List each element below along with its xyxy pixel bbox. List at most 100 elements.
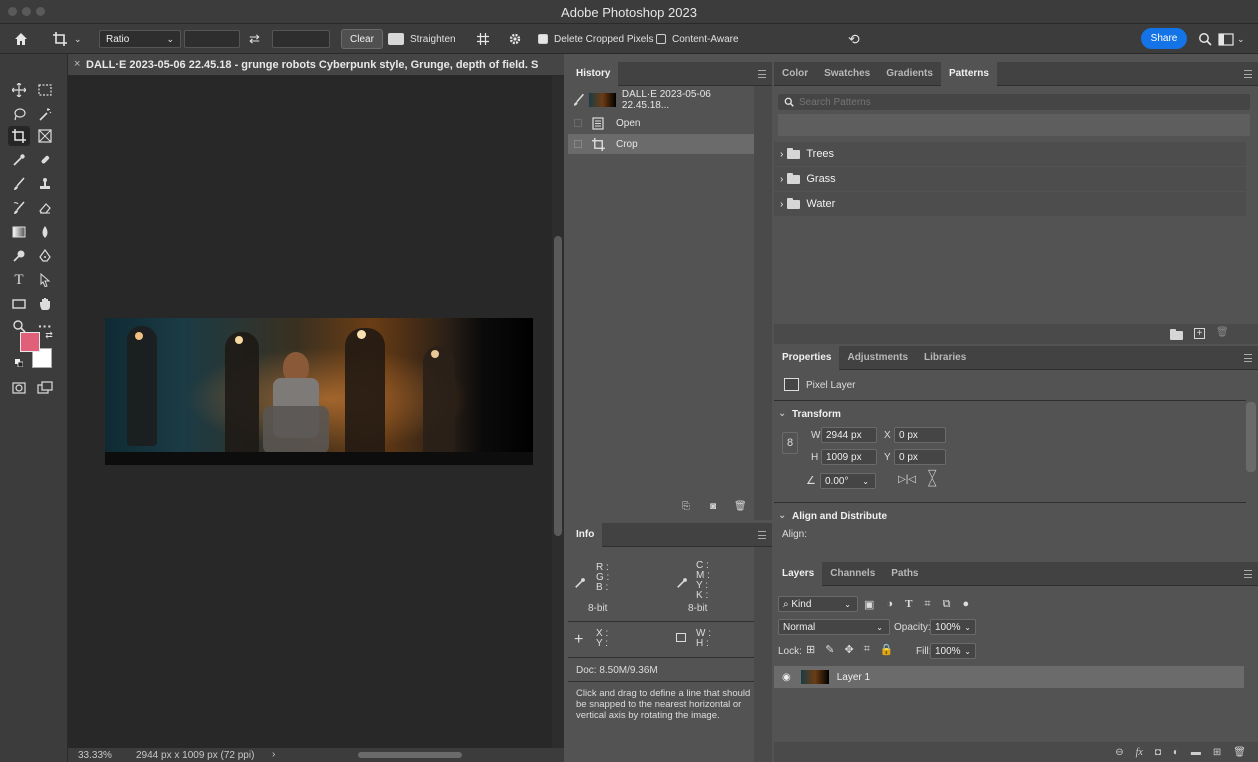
pattern-folder-trees[interactable]: › Trees <box>774 142 1246 166</box>
panel-menu-icon[interactable] <box>1244 570 1252 578</box>
close-tab-icon[interactable]: × <box>74 58 80 70</box>
clone-stamp-tool-icon[interactable] <box>34 174 56 194</box>
transform-section-title[interactable]: Transform <box>792 409 841 420</box>
tab-gradients[interactable]: Gradients <box>878 62 941 86</box>
panel-menu-icon[interactable] <box>758 531 766 539</box>
scrollbar-thumb[interactable] <box>554 236 562 536</box>
chevron-right-icon[interactable]: › <box>780 149 783 160</box>
align-section-title[interactable]: Align and Distribute <box>792 511 887 522</box>
new-adjustment-layer-icon[interactable]: ◐ <box>1173 747 1179 758</box>
reset-icon[interactable]: ⟲ <box>848 24 860 54</box>
filter-adjustment-icon[interactable]: ◑ <box>886 598 893 610</box>
link-dimensions-icon[interactable]: 8 <box>782 432 798 454</box>
lock-position-icon[interactable]: ✥ <box>844 643 853 656</box>
ratio-width-field[interactable] <box>184 30 240 48</box>
tab-patterns[interactable]: Patterns <box>940 61 997 86</box>
lock-artboard-icon[interactable]: ⌗ <box>864 643 870 656</box>
panel-menu-icon[interactable] <box>758 70 766 78</box>
new-layer-icon[interactable]: ⊞ <box>1213 747 1221 758</box>
clear-button[interactable]: Clear <box>341 29 383 49</box>
horizontal-scrollbar-thumb[interactable] <box>358 752 462 758</box>
crop-tool-preset-picker[interactable]: ⌄ <box>52 24 82 54</box>
chevron-right-icon[interactable]: › <box>780 199 783 210</box>
delete-cropped-pixels-checkbox[interactable]: Delete Cropped Pixels <box>538 24 654 54</box>
panel-menu-icon[interactable] <box>1244 354 1252 362</box>
tab-libraries[interactable]: Libraries <box>916 346 974 370</box>
filter-type-icon[interactable]: T <box>905 598 912 610</box>
frame-tool-icon[interactable] <box>34 126 56 146</box>
lock-paint-icon[interactable]: ✎ <box>825 643 834 656</box>
filter-toggle-icon[interactable]: ● <box>962 598 969 610</box>
tab-swatches[interactable]: Swatches <box>816 62 878 86</box>
ratio-height-field[interactable] <box>272 30 330 48</box>
ratio-select[interactable]: Ratio ⌄ <box>99 30 181 48</box>
opacity-field[interactable]: 100% ⌄ <box>930 619 976 635</box>
pen-tool-icon[interactable] <box>34 246 56 266</box>
search-icon[interactable] <box>1198 24 1212 54</box>
tab-properties[interactable]: Properties <box>774 345 840 370</box>
crop-tool-icon[interactable] <box>8 126 30 146</box>
pattern-folder-grass[interactable]: › Grass <box>774 167 1246 191</box>
tab-info[interactable]: Info <box>568 522 603 547</box>
document-tab[interactable]: × DALL·E 2023-05-06 22.45.18 - grunge ro… <box>68 54 564 76</box>
history-step-open[interactable]: Open <box>568 113 754 133</box>
add-mask-icon[interactable]: ◘ <box>1155 747 1161 758</box>
straighten-button[interactable]: Straighten <box>388 24 456 54</box>
overlay-grid-icon[interactable] <box>476 24 490 54</box>
search-patterns-field[interactable] <box>778 94 1250 110</box>
eraser-tool-icon[interactable] <box>34 198 56 218</box>
camera-icon[interactable]: ◙ <box>710 501 716 512</box>
filter-pixel-icon[interactable]: ▣ <box>864 598 874 611</box>
dodge-tool-icon[interactable] <box>8 246 30 266</box>
canvas-area[interactable] <box>68 76 552 748</box>
history-source-box[interactable] <box>574 119 582 127</box>
blend-mode-select[interactable]: Normal ⌄ <box>778 619 890 635</box>
pattern-folder-water[interactable]: › Water <box>774 192 1246 216</box>
new-document-from-state-icon[interactable]: ⎘ <box>682 501 690 512</box>
move-tool-icon[interactable] <box>8 80 30 100</box>
swap-icon[interactable]: ⇄ <box>249 24 260 54</box>
lasso-tool-icon[interactable] <box>8 104 30 124</box>
tab-adjustments[interactable]: Adjustments <box>839 346 916 370</box>
tab-layers[interactable]: Layers <box>774 561 823 586</box>
quick-mask-icon[interactable] <box>8 378 30 398</box>
lock-transparent-icon[interactable]: ⊞ <box>806 643 815 656</box>
history-brush-tool-icon[interactable] <box>8 198 30 218</box>
x-field[interactable]: 0 px <box>894 427 946 443</box>
flip-vertical-icon[interactable]: ▽ △ <box>928 469 936 488</box>
gear-icon[interactable] <box>508 24 522 54</box>
blur-tool-icon[interactable] <box>34 222 56 242</box>
path-selection-tool-icon[interactable] <box>34 270 56 290</box>
eye-icon[interactable]: ◉ <box>782 672 791 683</box>
new-group-icon[interactable]: ▬ <box>1191 747 1201 758</box>
height-field[interactable]: 1009 px <box>821 449 877 465</box>
layer-name[interactable]: Layer 1 <box>837 672 870 683</box>
fill-field[interactable]: 100% ⌄ <box>930 643 976 659</box>
lock-all-icon[interactable]: 🔒 <box>880 643 894 656</box>
magic-wand-tool-icon[interactable] <box>34 104 56 124</box>
document-image[interactable] <box>105 318 533 465</box>
panel-menu-icon[interactable] <box>1244 70 1252 78</box>
screen-mode-icon[interactable] <box>34 378 56 398</box>
eyedropper-tool-icon[interactable] <box>8 150 30 170</box>
hand-tool-icon[interactable] <box>34 294 56 314</box>
canvas-vertical-scrollbar[interactable] <box>552 76 564 748</box>
foreground-color-swatch-front[interactable] <box>20 332 40 352</box>
link-layers-icon[interactable]: ⊖ <box>1115 747 1123 758</box>
rectangle-tool-icon[interactable] <box>8 294 30 314</box>
healing-brush-tool-icon[interactable] <box>34 150 56 170</box>
type-tool-icon[interactable]: T <box>8 270 30 290</box>
chevron-right-icon[interactable]: › <box>272 749 275 760</box>
share-button[interactable]: Share <box>1141 28 1187 49</box>
marquee-tool-icon[interactable] <box>34 80 56 100</box>
layer-filter-kind-select[interactable]: ⌕ Kind ⌄ <box>778 596 858 612</box>
workspace-icon[interactable]: ⌄ <box>1218 24 1245 54</box>
history-source-box[interactable] <box>574 140 582 148</box>
y-field[interactable]: 0 px <box>894 449 946 465</box>
filter-shape-icon[interactable]: ⌗ <box>924 598 930 611</box>
angle-field[interactable]: 0.00° ⌄ <box>820 473 876 489</box>
filter-smart-object-icon[interactable]: ⧉ <box>943 598 951 611</box>
chevron-down-icon[interactable]: ⌄ <box>778 408 786 419</box>
home-icon[interactable] <box>14 24 28 54</box>
fx-icon[interactable]: fx <box>1136 747 1143 758</box>
